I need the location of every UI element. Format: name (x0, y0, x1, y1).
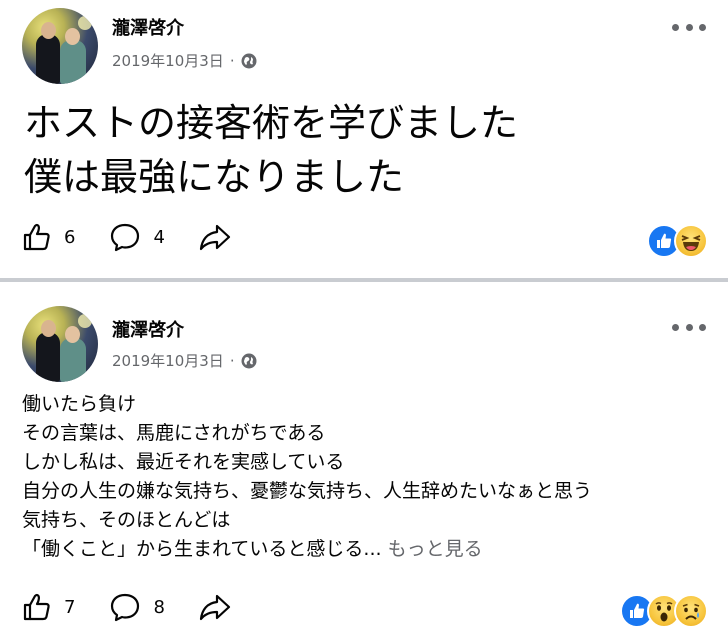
post-text-line-last: 「働くこと」から生まれていると感じる... もっと見る (22, 535, 592, 564)
post-text-line: 働いたら負け (22, 393, 137, 415)
action-bar: 6 4 (22, 222, 265, 252)
share-button[interactable] (199, 592, 231, 622)
post-text-line: しかし私は、最近それを実感している (22, 451, 345, 473)
post-date[interactable]: 2019年10月3日 (112, 50, 224, 71)
comment-button[interactable]: 8 (109, 592, 165, 622)
share-button[interactable] (199, 222, 231, 252)
avatar[interactable] (22, 306, 98, 382)
post-text-line: 気持ち、そのほとんどは (22, 509, 231, 531)
share-icon (199, 224, 231, 251)
avatar[interactable] (22, 8, 98, 84)
thumbs-up-icon (23, 593, 50, 621)
share-icon (199, 594, 231, 621)
post-text-line: その言葉は、馬鹿にされがちである (22, 422, 326, 444)
comment-count: 4 (153, 226, 165, 248)
globe-icon (241, 353, 257, 369)
more-options-icon[interactable] (672, 20, 706, 34)
post-text: 働いたら負け その言葉は、馬鹿にされがちである しかし私は、最近それを実感してい… (22, 390, 592, 564)
see-more-link[interactable]: もっと見る (388, 538, 483, 560)
comment-icon (111, 223, 140, 252)
post-card: 瀧澤啓介 2019年10月3日 · ホストの接客術を学びました 僕は最強になりま… (0, 0, 728, 278)
author-name[interactable]: 瀧澤啓介 (112, 316, 184, 342)
like-count: 7 (64, 596, 76, 618)
comment-icon (111, 593, 140, 622)
sad-icon (674, 594, 708, 628)
thumbs-up-icon (23, 223, 50, 251)
author-name[interactable]: 瀧澤啓介 (112, 14, 184, 40)
action-bar: 7 8 (22, 592, 265, 622)
post-card: 瀧澤啓介 2019年10月3日 · 働いたら負け その言葉は、馬鹿にされがちであ… (0, 282, 728, 644)
post-text: ホストの接客術を学びました 僕は最強になりました (24, 96, 518, 204)
like-button[interactable]: 7 (22, 592, 75, 622)
comment-button[interactable]: 4 (109, 222, 165, 252)
more-options-icon[interactable] (672, 320, 706, 334)
like-button[interactable]: 6 (22, 222, 75, 252)
haha-icon (674, 224, 708, 258)
globe-icon (241, 53, 257, 69)
meta-separator: · (229, 51, 235, 70)
post-text-line: 僕は最強になりました (24, 155, 405, 199)
post-text-line: 「働くこと」から生まれていると感じる... (22, 538, 382, 560)
post-text-line: 自分の人生の嫌な気持ち、憂鬱な気持ち、人生辞めたいなぁと思う (22, 480, 593, 502)
post-meta: 2019年10月3日 · (112, 50, 257, 71)
reaction-summary[interactable] (620, 594, 708, 628)
reaction-summary[interactable] (647, 224, 708, 258)
like-count: 6 (64, 226, 76, 248)
comment-count: 8 (153, 596, 165, 618)
post-date[interactable]: 2019年10月3日 (112, 350, 224, 371)
post-meta: 2019年10月3日 · (112, 350, 257, 371)
meta-separator: · (229, 351, 235, 370)
post-text-line: ホストの接客術を学びました (24, 101, 519, 145)
